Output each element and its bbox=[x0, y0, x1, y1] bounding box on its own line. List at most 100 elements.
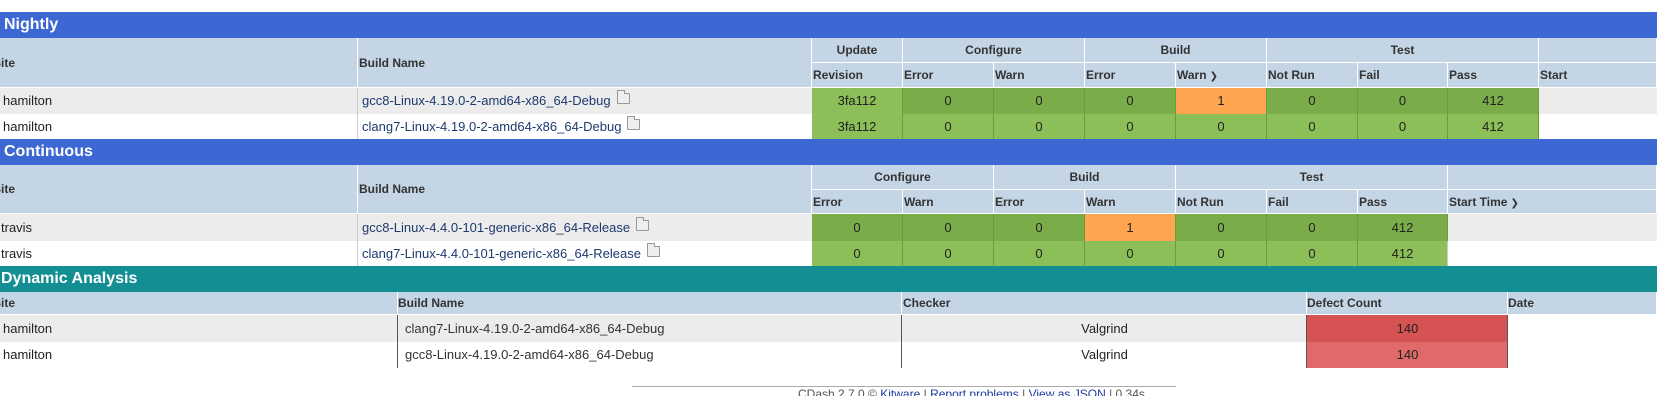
defect-count-cell[interactable]: 140 bbox=[1307, 315, 1508, 342]
test-fail-cell[interactable]: 0 bbox=[1358, 88, 1448, 114]
section-title-nightly: Nightly bbox=[0, 12, 1657, 38]
site-link[interactable]: travis bbox=[1, 241, 351, 267]
revision-cell[interactable]: 3fa112 bbox=[812, 88, 903, 114]
configure-warn-cell[interactable]: 0 bbox=[903, 214, 994, 241]
col-header-site-label: Site bbox=[0, 182, 16, 196]
site-link[interactable]: hamilton bbox=[3, 114, 353, 140]
col-header-checker[interactable]: Checker bbox=[902, 292, 1307, 315]
test-pass-cell[interactable]: 412 bbox=[1358, 241, 1448, 267]
divider bbox=[357, 214, 358, 267]
build-error-cell[interactable]: 0 bbox=[994, 241, 1085, 267]
footer-separator: | bbox=[1022, 387, 1026, 396]
col-group-test: Test bbox=[1176, 165, 1448, 190]
build-error-cell[interactable]: 0 bbox=[994, 214, 1085, 241]
test-pass-cell[interactable]: 412 bbox=[1358, 214, 1448, 241]
col-header-not-run[interactable]: Not Run bbox=[1267, 63, 1358, 88]
section-title-continuous: Continuous bbox=[0, 139, 1657, 165]
build-link[interactable]: clang7-Linux-4.19.0-2-amd64-x86_64-Debug bbox=[362, 119, 621, 134]
folder-icon[interactable] bbox=[616, 90, 630, 104]
configure-error-cell[interactable]: 0 bbox=[903, 88, 994, 114]
col-header-build-warn[interactable]: Warn bbox=[1085, 190, 1176, 214]
col-header-start[interactable]: Start bbox=[1539, 63, 1657, 88]
site-link[interactable]: hamilton bbox=[3, 342, 393, 368]
col-header-build-error[interactable]: Error bbox=[1085, 63, 1176, 88]
col-header-pass[interactable]: Pass bbox=[1358, 190, 1448, 214]
configure-warn-cell[interactable]: 0 bbox=[994, 88, 1085, 114]
test-not-run-cell[interactable]: 0 bbox=[1267, 88, 1358, 114]
col-group-update: Update bbox=[812, 38, 903, 63]
col-header-fail[interactable]: Fail bbox=[1358, 63, 1448, 88]
col-header-build-warn[interactable]: Warn ❯ bbox=[1176, 63, 1267, 88]
col-group-empty bbox=[1448, 165, 1657, 190]
build-link[interactable]: gcc8-Linux-4.19.0-2-amd64-x86_64-Debug bbox=[362, 93, 611, 108]
page-footer: CDash 2.7.0 © Kitware | Report problems … bbox=[632, 386, 1176, 396]
folder-icon[interactable] bbox=[646, 243, 660, 257]
test-fail-cell[interactable]: 0 bbox=[1358, 114, 1448, 140]
col-header-site[interactable]: Site bbox=[0, 38, 358, 88]
col-header-configure-warn[interactable]: Warn bbox=[903, 190, 994, 214]
configure-error-cell[interactable]: 0 bbox=[812, 214, 903, 241]
build-warn-cell[interactable]: 0 bbox=[1176, 114, 1267, 140]
divider bbox=[1507, 315, 1508, 368]
col-group-configure: Configure bbox=[903, 38, 1085, 63]
build-name-cell[interactable]: gcc8-Linux-4.19.0-2-amd64-x86_64-Debug bbox=[405, 342, 895, 368]
footer-report-link[interactable]: Report problems bbox=[930, 387, 1019, 396]
footer-json-link[interactable]: View as JSON bbox=[1029, 387, 1106, 396]
col-header-date[interactable]: Date bbox=[1508, 292, 1657, 315]
defect-count-cell[interactable]: 140 bbox=[1307, 342, 1508, 368]
col-header-pass[interactable]: Pass bbox=[1448, 63, 1539, 88]
col-header-site-label: Site bbox=[0, 296, 16, 310]
test-fail-cell[interactable]: 0 bbox=[1267, 214, 1358, 241]
col-header-build-name[interactable]: Build Name bbox=[358, 38, 812, 88]
configure-warn-cell[interactable]: 0 bbox=[994, 114, 1085, 140]
site-link[interactable]: hamilton bbox=[3, 315, 393, 342]
col-header-not-run[interactable]: Not Run bbox=[1176, 190, 1267, 214]
build-warn-cell[interactable]: 1 bbox=[1085, 214, 1176, 241]
divider bbox=[901, 315, 902, 368]
col-header-configure-warn[interactable]: Warn bbox=[994, 63, 1085, 88]
build-link[interactable]: gcc8-Linux-4.4.0-101-generic-x86_64-Rele… bbox=[362, 220, 630, 235]
col-header-fail[interactable]: Fail bbox=[1267, 190, 1358, 214]
build-name-cell: gcc8-Linux-4.4.0-101-generic-x86_64-Rele… bbox=[362, 214, 802, 241]
test-pass-cell[interactable]: 412 bbox=[1448, 88, 1539, 114]
site-link[interactable]: travis bbox=[1, 214, 351, 241]
col-header-site[interactable]: Site bbox=[0, 292, 398, 315]
build-error-cell[interactable]: 0 bbox=[1085, 114, 1176, 140]
col-header-configure-error[interactable]: Error bbox=[812, 190, 903, 214]
build-error-cell[interactable]: 0 bbox=[1085, 88, 1176, 114]
divider bbox=[357, 88, 358, 140]
footer-kitware-link[interactable]: Kitware bbox=[880, 387, 920, 396]
test-not-run-cell[interactable]: 0 bbox=[1176, 241, 1267, 267]
build-name-cell[interactable]: clang7-Linux-4.19.0-2-amd64-x86_64-Debug bbox=[405, 315, 895, 342]
configure-error-cell[interactable]: 0 bbox=[812, 241, 903, 267]
col-header-site-label: Site bbox=[0, 56, 16, 70]
test-fail-cell[interactable]: 0 bbox=[1267, 241, 1358, 267]
col-header-start-time[interactable]: Start Time ❯ bbox=[1448, 190, 1657, 214]
col-header-revision[interactable]: Revision bbox=[812, 63, 903, 88]
col-group-build: Build bbox=[994, 165, 1176, 190]
test-not-run-cell[interactable]: 0 bbox=[1176, 214, 1267, 241]
col-header-configure-error[interactable]: Error bbox=[903, 63, 994, 88]
col-header-defect-count[interactable]: Defect Count bbox=[1307, 292, 1508, 315]
test-pass-cell[interactable]: 412 bbox=[1448, 114, 1539, 140]
build-name-cell: clang7-Linux-4.19.0-2-amd64-x86_64-Debug bbox=[362, 114, 802, 140]
col-header-build-name[interactable]: Build Name bbox=[358, 165, 812, 214]
build-warn-cell[interactable]: 1 bbox=[1176, 88, 1267, 114]
folder-icon[interactable] bbox=[636, 217, 650, 231]
build-warn-cell[interactable]: 0 bbox=[1085, 241, 1176, 267]
configure-warn-cell[interactable]: 0 bbox=[903, 241, 994, 267]
footer-separator: | bbox=[923, 387, 927, 396]
build-link[interactable]: clang7-Linux-4.4.0-101-generic-x86_64-Re… bbox=[362, 246, 641, 261]
col-header-build-error[interactable]: Error bbox=[994, 190, 1085, 214]
site-link[interactable]: hamilton bbox=[3, 88, 353, 114]
start-time-cell bbox=[1448, 214, 1657, 241]
col-header-build-name[interactable]: Build Name bbox=[398, 292, 902, 315]
col-header-site[interactable]: Site bbox=[0, 165, 358, 214]
col-header-start-time-label: Start Time bbox=[1449, 195, 1508, 209]
footer-separator: | bbox=[1109, 387, 1113, 396]
revision-cell[interactable]: 3fa112 bbox=[812, 114, 903, 140]
test-not-run-cell[interactable]: 0 bbox=[1267, 114, 1358, 140]
sort-desc-icon: ❯ bbox=[1209, 71, 1218, 82]
folder-icon[interactable] bbox=[627, 116, 641, 130]
configure-error-cell[interactable]: 0 bbox=[903, 114, 994, 140]
